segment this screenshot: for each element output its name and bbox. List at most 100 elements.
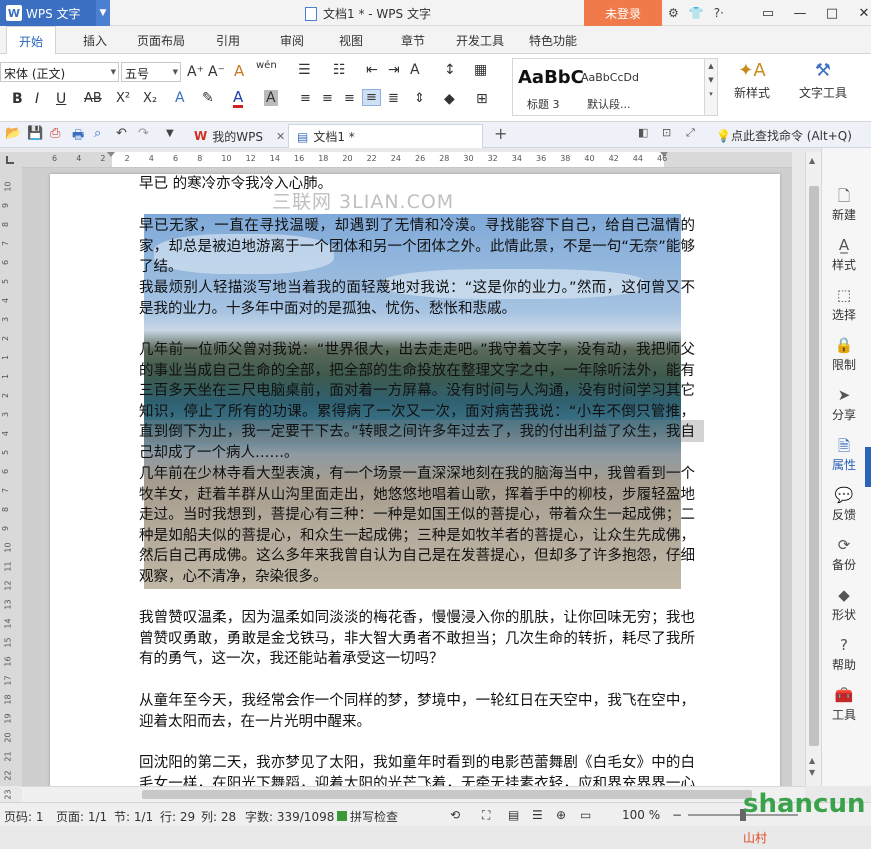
tab-view[interactable]: 视图 [339, 32, 363, 49]
superscript-button[interactable]: X² [116, 91, 130, 106]
outline-view-icon[interactable]: ☰ [532, 808, 543, 822]
side-item-backup[interactable]: ⟳ 备份 [822, 536, 866, 573]
close-button[interactable]: ✕ [848, 6, 871, 21]
horizontal-ruler[interactable]: 6 4 2 2 4 6 8 10 12 14 16 18 20 22 24 26 28 30 32 34 36 38 40 4… [22, 152, 792, 168]
scroll-up-icon[interactable]: ▲ [809, 156, 815, 165]
tab-review[interactable]: 审阅 [280, 32, 304, 49]
sort-icon[interactable]: ↕ [444, 62, 456, 78]
zoom-out-icon[interactable]: − [672, 808, 682, 822]
login-button[interactable]: 未登录 [584, 0, 662, 26]
close-tab-icon[interactable]: ✕ [276, 130, 285, 143]
paragraph-shading-icon[interactable]: ◆ [444, 91, 455, 107]
tab-document[interactable]: ▤ 文档1 * [288, 124, 483, 148]
command-search[interactable]: 💡点此查找命令 (Alt+Q) [716, 127, 852, 144]
table-icon[interactable]: ▦ [474, 62, 487, 78]
text-tools-button[interactable]: ⚒ 文字工具 [790, 60, 856, 101]
tab-section[interactable]: 章节 [401, 32, 425, 49]
strikethrough-button[interactable]: AB [84, 91, 102, 106]
shirt-icon[interactable]: 👕 [689, 6, 704, 20]
web-view-icon[interactable]: ⊕ [556, 808, 566, 822]
phonetic-guide-button[interactable]: wén [256, 60, 277, 71]
tab-my-wps[interactable]: W 我的WPS ✕ [186, 124, 293, 148]
zoom-icon[interactable]: ⊡ [662, 126, 671, 139]
paragraph[interactable]: 早已无家，一直在寻找温暖，却遇到了无情和冷漠。寻找能容下自己，给自己温情的家，却… [139, 216, 695, 278]
justify-icon[interactable]: ≡ [362, 89, 381, 106]
next-page-icon[interactable]: ▼ [809, 768, 815, 777]
pdf-export-icon[interactable]: ⎙ [50, 126, 60, 141]
side-item-shape[interactable]: ◆ 形状 [822, 586, 866, 623]
paragraph[interactable]: 几年前一位师父曾对我说：“世界很大，出去走走吧。”我守着文字，没有动，我把师父的… [139, 340, 695, 464]
new-style-button[interactable]: ✦A 新样式 [724, 60, 780, 101]
scrollbar-thumb[interactable] [809, 186, 819, 746]
paragraph[interactable]: 从童年至今天，我经常会作一个同样的梦，梦境中，一轮红日在天空中，我飞在空中，迎着… [139, 691, 695, 732]
clear-format-button[interactable]: A [234, 62, 244, 80]
zoom-level[interactable]: 100 % [622, 808, 660, 822]
vertical-scrollbar[interactable]: ▲ ▲ ▼ [805, 152, 821, 786]
side-item-restrict[interactable]: 🔒 限制 [822, 336, 866, 373]
font-color-icon[interactable]: A [233, 89, 244, 108]
style-gallery[interactable]: AaBbC AaBbCcDd 标题 3 默认段... [512, 58, 710, 116]
prev-page-icon[interactable]: ▲ [809, 756, 815, 765]
vertical-ruler[interactable]: 10 9 8 7 6 5 4 3 2 1 1 2 3 4 5 6 7 8 9 10 11 12 13 14 15 16 17 18 19… [0, 168, 22, 800]
tab-special[interactable]: 特色功能 [529, 32, 577, 49]
maximize-button[interactable]: □ [816, 6, 848, 21]
text-direction-icon[interactable]: A [410, 62, 420, 78]
save-icon[interactable]: 💾 [27, 126, 43, 141]
subscript-button[interactable]: X₂ [143, 91, 157, 106]
char-shading-icon[interactable]: A [264, 90, 278, 106]
spell-check-toggle[interactable]: 拼写检查 [337, 808, 398, 825]
side-item-share[interactable]: ➤ 分享 [822, 386, 866, 423]
text-effect-icon[interactable]: A [175, 90, 185, 106]
paragraph[interactable]: 几年前在少林寺看大型表演，有一个场景一直深深地刻在我的脑海当中，我曾看到一个牧羊… [139, 464, 695, 588]
paragraph[interactable]: 回沈阳的第二天，我亦梦见了太阳，我如童年时看到的电影芭蕾舞剧《白毛女》中的白毛女… [139, 753, 695, 786]
distribute-icon[interactable]: ≣ [388, 91, 399, 106]
left-indent-marker[interactable] [107, 152, 115, 157]
redo-icon[interactable]: ↷ [138, 126, 149, 141]
document-page[interactable]: 三联网 3LIAN.COM 早已 的寒冷亦令我冷入心肺。 早已无家，一直在寻找温… [50, 174, 780, 786]
tab-page-layout[interactable]: 页面布局 [137, 32, 185, 49]
track-changes-icon[interactable]: ⟲ [450, 808, 460, 822]
side-item-style[interactable]: A̲ 样式 [822, 236, 866, 273]
print-preview-icon[interactable]: ⌕ [94, 126, 101, 141]
open-icon[interactable]: 📂 [5, 126, 21, 141]
print-icon[interactable]: 🖶 [72, 126, 84, 148]
page-view-icon[interactable]: ▤ [508, 808, 519, 822]
help-icon[interactable]: ?· [714, 6, 724, 20]
chevron-down-icon[interactable]: ▼ [96, 0, 110, 26]
font-size-select[interactable]: 五号 ▼ [121, 62, 181, 82]
side-item-select[interactable]: ⬚ 选择 [822, 286, 866, 323]
ruler-corner[interactable] [0, 152, 22, 168]
align-right-icon[interactable]: ≡ [344, 91, 355, 106]
bold-button[interactable]: B [12, 91, 23, 107]
tab-insert[interactable]: 插入 [83, 32, 107, 49]
customize-qat-icon[interactable]: ▼ [166, 128, 174, 139]
line-spacing-icon[interactable]: ⇕ [414, 91, 425, 106]
style-gallery-scroll[interactable]: ▲ ▼ ▾ [704, 58, 718, 116]
horizontal-scrollbar[interactable] [22, 786, 805, 802]
underline-button[interactable]: U [56, 91, 66, 107]
app-menu-button[interactable]: W WPS 文字 ▼ [0, 0, 110, 26]
document-canvas[interactable]: 三联网 3LIAN.COM 早已 的寒冷亦令我冷入心肺。 早已无家，一直在寻找温… [22, 168, 792, 786]
undo-icon[interactable]: ↶ [116, 126, 127, 141]
align-center-icon[interactable]: ≡ [322, 91, 333, 106]
fullscreen-icon[interactable]: ⛶ [482, 808, 490, 823]
increase-indent-icon[interactable]: ⇥ [388, 62, 400, 78]
minimize-button[interactable]: — [784, 6, 816, 21]
tab-home[interactable]: 开始 [6, 26, 57, 55]
fullscreen-icon[interactable]: ⤢ [686, 126, 695, 140]
align-left-icon[interactable]: ≡ [300, 91, 311, 106]
word-count[interactable]: 字数: 339/1098 [245, 808, 334, 825]
borders-icon[interactable]: ⊞ [476, 91, 488, 107]
side-item-feedback[interactable]: 💬 反馈 [822, 486, 866, 523]
side-item-new-doc[interactable]: 🗋 新建 [822, 186, 866, 223]
side-item-toolbox[interactable]: 🧰 工具 [822, 686, 866, 723]
side-item-properties[interactable]: 🗎 属性 [822, 436, 866, 473]
grow-font-button[interactable]: A⁺ [187, 64, 204, 80]
tab-developer[interactable]: 开发工具 [456, 32, 504, 49]
numbered-list-icon[interactable]: ☷ [333, 62, 346, 78]
paragraph[interactable]: 我最烦别人轻描淡写地当着我的面轻蔑地对我说：“这是你的业力。”然而，这何曾又不是… [139, 278, 695, 319]
new-tab-button[interactable]: + [494, 124, 507, 143]
paragraph[interactable]: 早已 的寒冷亦令我冷入心肺。 [139, 174, 695, 195]
highlight-icon[interactable]: ✎ [202, 90, 214, 106]
shrink-font-button[interactable]: A⁻ [208, 64, 225, 80]
